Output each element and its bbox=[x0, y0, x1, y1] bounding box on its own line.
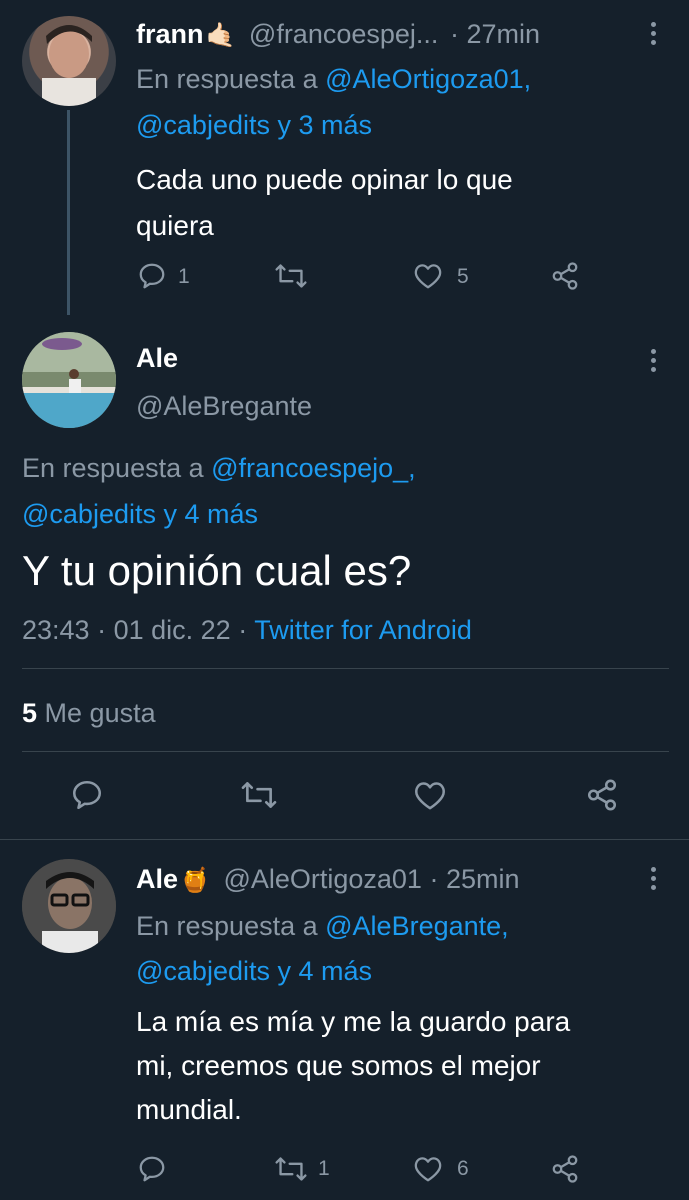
separator-dot: · bbox=[429, 864, 439, 894]
retweet-icon[interactable] bbox=[240, 779, 278, 811]
tweet-time: 23:43 bbox=[22, 615, 90, 645]
share-icon[interactable] bbox=[550, 1154, 580, 1184]
mention-link[interactable]: @cabjedits bbox=[136, 110, 270, 140]
tweet-text: Y tu opinión cual es? bbox=[22, 547, 412, 594]
avatar-frann-image bbox=[42, 25, 96, 106]
tweet-text: Cada uno puede opinar lo que quiera bbox=[136, 157, 513, 249]
author-handle[interactable]: @AleOrtigoza01 bbox=[223, 864, 422, 894]
tweet-text-line: La mía es mía y me la guardo para bbox=[136, 1006, 571, 1037]
separator-dot: · bbox=[449, 19, 459, 49]
like-count: 6 bbox=[457, 1157, 469, 1180]
tweet-text-line: mi, creemos que somos el mejor bbox=[136, 1050, 541, 1081]
more-options-icon[interactable] bbox=[649, 22, 657, 45]
likes-number: 5 bbox=[22, 698, 38, 728]
separator-dot: · bbox=[97, 615, 107, 645]
likes-stat[interactable]: 5 Me gusta bbox=[22, 695, 156, 731]
avatar-frann[interactable] bbox=[22, 16, 116, 106]
author-handle[interactable]: @francoespej... bbox=[249, 19, 439, 49]
tweet-time[interactable]: 25min bbox=[446, 864, 520, 894]
mention-link[interactable]: @cabjedits bbox=[136, 956, 270, 986]
mention-link[interactable]: @cabjedits bbox=[22, 499, 156, 529]
avatar-alebregante-image bbox=[22, 332, 116, 428]
mention-link[interactable]: @AleBregante, bbox=[325, 911, 509, 941]
author-name[interactable]: Ale bbox=[136, 340, 178, 376]
tweet-time[interactable]: 27min bbox=[466, 19, 540, 49]
more-mentions-link[interactable]: y 3 más bbox=[278, 110, 373, 140]
more-mentions-link[interactable]: y 4 más bbox=[278, 956, 373, 986]
tweet-text: La mía es mía y me la guardo para mi, cr… bbox=[136, 1000, 570, 1132]
tweet-source-link[interactable]: Twitter for Android bbox=[254, 615, 472, 645]
like-icon[interactable] bbox=[413, 780, 447, 811]
more-options-icon[interactable] bbox=[649, 349, 657, 372]
divider bbox=[0, 839, 689, 840]
more-options-icon[interactable] bbox=[649, 867, 657, 890]
tweet-date: 01 dic. 22 bbox=[113, 615, 231, 645]
replying-to-label: En respuesta a bbox=[22, 453, 204, 483]
reply-icon[interactable] bbox=[137, 1154, 167, 1184]
tweet-text-line: Cada uno puede opinar lo que bbox=[136, 164, 513, 195]
retweet-icon[interactable] bbox=[274, 1154, 308, 1184]
author-emoji: 🤙🏻 bbox=[205, 22, 236, 49]
replying-to-label: En respuesta a bbox=[136, 64, 318, 94]
author-emoji: 🍯 bbox=[180, 867, 210, 894]
author-name[interactable]: frann bbox=[136, 19, 204, 49]
author-handle[interactable]: @AleBregante bbox=[136, 388, 312, 424]
retweet-icon[interactable] bbox=[274, 261, 308, 291]
divider bbox=[22, 751, 669, 752]
replying-to-label: En respuesta a bbox=[136, 911, 318, 941]
avatar-aleortigoza-image bbox=[22, 859, 116, 953]
like-icon[interactable] bbox=[413, 1155, 443, 1183]
reply-icon[interactable] bbox=[70, 778, 104, 812]
likes-label: Me gusta bbox=[44, 698, 156, 728]
share-icon[interactable] bbox=[550, 261, 580, 291]
like-count: 5 bbox=[457, 265, 469, 288]
tweet-text-line: quiera bbox=[136, 210, 214, 241]
mention-link[interactable]: @francoespejo_, bbox=[211, 453, 416, 483]
like-icon[interactable] bbox=[413, 262, 443, 290]
tweet-text-line: mundial. bbox=[136, 1094, 242, 1125]
reply-icon[interactable] bbox=[137, 261, 167, 291]
more-mentions-link[interactable]: y 4 más bbox=[164, 499, 259, 529]
reply-count: 1 bbox=[178, 265, 190, 288]
avatar-aleortigoza[interactable] bbox=[22, 859, 116, 953]
avatar-alebregante[interactable] bbox=[22, 332, 116, 428]
share-icon[interactable] bbox=[585, 778, 619, 812]
mention-link[interactable]: @AleOrtigoza01, bbox=[325, 64, 531, 94]
thread-line bbox=[67, 110, 70, 315]
author-name[interactable]: Ale bbox=[136, 864, 178, 894]
retweet-count: 1 bbox=[318, 1157, 330, 1180]
divider bbox=[22, 668, 669, 669]
separator-dot: · bbox=[238, 615, 248, 645]
